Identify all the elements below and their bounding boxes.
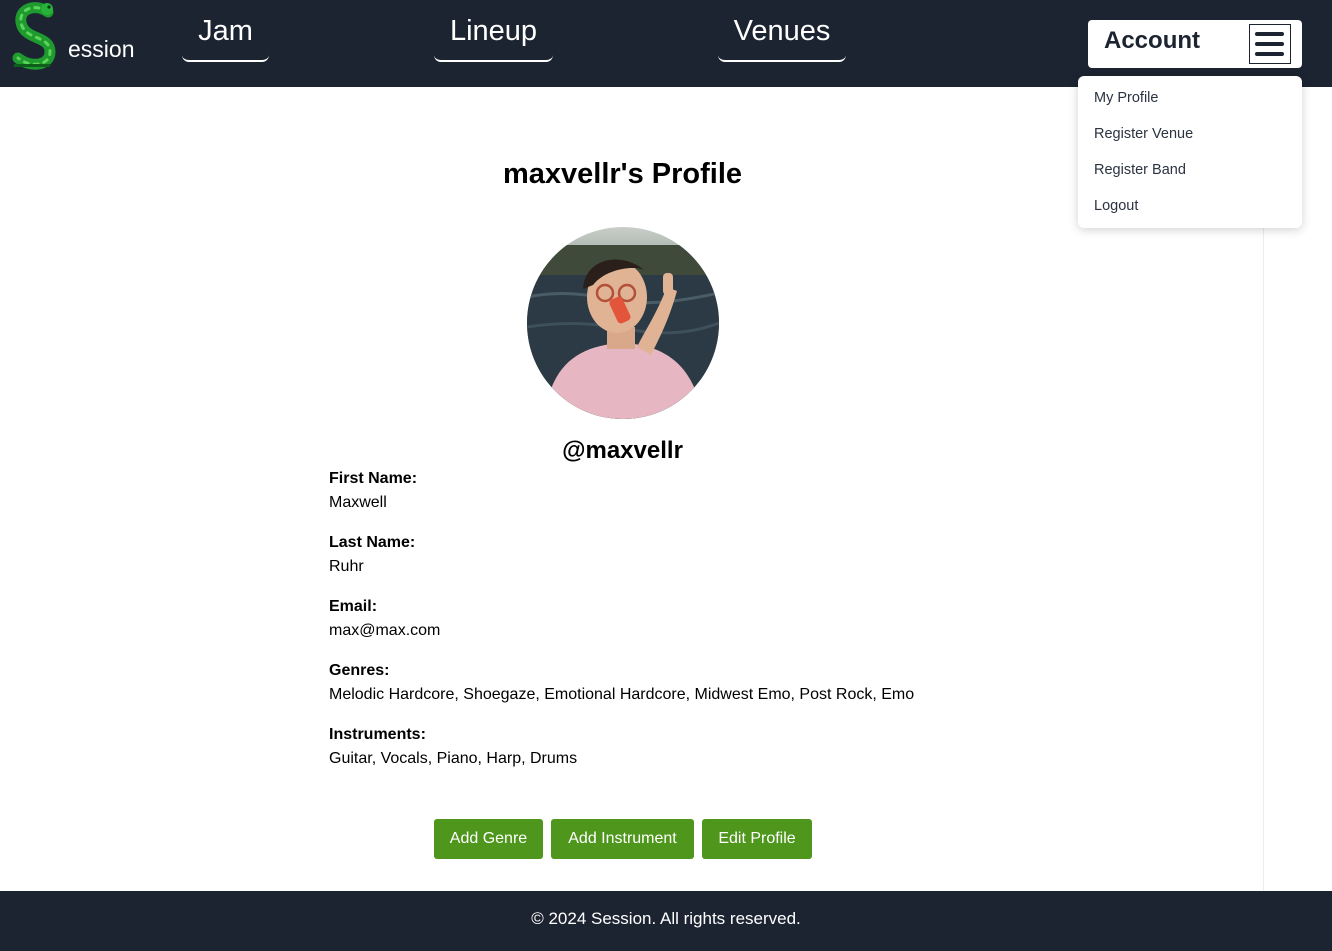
- field-genres: Genres: Melodic Hardcore, Shoegaze, Emot…: [329, 659, 914, 707]
- field-last-name: Last Name: Ruhr: [329, 531, 415, 579]
- nav-venues[interactable]: Venues: [718, 6, 846, 62]
- field-first-name: First Name: Maxwell: [329, 467, 417, 515]
- session-logo[interactable]: ession: [10, 0, 134, 72]
- avatar-photo: [527, 227, 719, 419]
- field-email: Email: max@max.com: [329, 595, 440, 643]
- edit-profile-button[interactable]: Edit Profile: [702, 819, 812, 859]
- footer: © 2024 Session. All rights reserved.: [0, 891, 1332, 951]
- nav-jam[interactable]: Jam: [182, 6, 269, 62]
- top-navbar: ession Jam Lineup Venues Account: [0, 0, 1332, 87]
- page-title: maxvellr's Profile: [502, 158, 743, 190]
- field-label: Last Name:: [329, 534, 416, 551]
- field-label: First Name:: [329, 470, 418, 487]
- field-instruments: Instruments: Guitar, Vocals, Piano, Harp…: [329, 723, 577, 771]
- field-value: Maxwell: [329, 494, 387, 511]
- account-label: Account: [1104, 27, 1200, 54]
- field-label: Email:: [329, 598, 378, 615]
- nav-lineup[interactable]: Lineup: [434, 6, 553, 62]
- add-instrument-button[interactable]: Add Instrument: [551, 819, 694, 859]
- menu-item-my-profile[interactable]: My Profile: [1078, 85, 1302, 121]
- field-value: Ruhr: [329, 558, 364, 575]
- field-value: Guitar, Vocals, Piano, Harp, Drums: [329, 750, 578, 767]
- hamburger-menu-icon[interactable]: [1249, 24, 1291, 64]
- avatar: [527, 227, 719, 419]
- menu-item-register-band[interactable]: Register Band: [1078, 157, 1302, 193]
- profile-username: @maxvellr: [562, 437, 683, 464]
- menu-item-logout[interactable]: Logout: [1078, 193, 1302, 229]
- footer-copyright: © 2024 Session. All rights reserved.: [531, 909, 801, 928]
- logo-wordmark: ession: [68, 36, 135, 62]
- green-worm-s-logo-icon: [12, 2, 56, 70]
- menu-item-register-venue[interactable]: Register Venue: [1078, 121, 1302, 157]
- field-value: max@max.com: [329, 622, 441, 639]
- field-label: Instruments:: [329, 726, 426, 743]
- account-menu-button[interactable]: Account: [1088, 20, 1302, 68]
- account-dropdown: My Profile Register Venue Register Band …: [1078, 76, 1302, 228]
- field-value: Melodic Hardcore, Shoegaze, Emotional Ha…: [329, 686, 915, 703]
- add-genre-button[interactable]: Add Genre: [434, 819, 543, 859]
- field-label: Genres:: [329, 662, 390, 679]
